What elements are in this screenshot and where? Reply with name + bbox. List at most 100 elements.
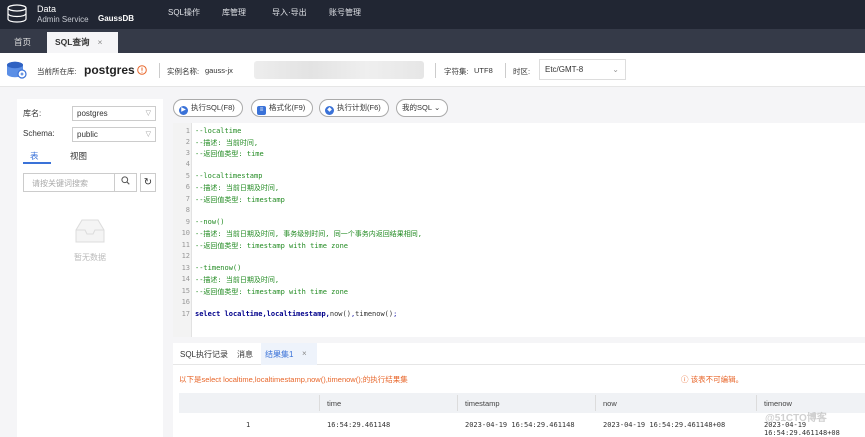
database-icon [7,61,27,79]
code-line: --返回值类型: timestamp with time zone [195,242,349,250]
column-header: timestamp [465,399,500,408]
refresh-icon: ↻ [143,177,153,188]
watermark: @51CTO博客 [765,413,827,424]
line-number: 3 [185,149,190,157]
close-icon[interactable]: × [97,37,102,47]
chevron-down-icon: ⌄ [612,65,619,74]
brand-title: Data [37,4,57,14]
nav-db-management[interactable]: 库管理 [222,0,246,29]
current-db-label: 当前所在库: [37,67,77,76]
result-message: 以下是select localtime,localtimestamp,now()… [179,375,408,384]
search-icon [121,176,130,185]
search-button[interactable] [114,174,136,191]
column-divider [319,395,320,411]
tab-tables[interactable]: 表 [30,150,39,162]
execution-plan-button[interactable]: ◆ 执行计划(F6) [319,99,389,117]
nav-sql-ops[interactable]: SQL操作 [168,0,200,29]
read-only-warning: ⓘ 该表不可编辑。 [681,375,744,384]
execute-sql-label: 执行SQL(F8) [191,103,235,112]
code-line-sql: select localtime,localtimestamp,now(),ti… [195,310,397,318]
code-line: --timenow() [195,264,242,272]
tab-sql-history[interactable]: SQL执行记录 [180,349,228,360]
empty-state-text: 暂无数据 [74,253,106,262]
db-name-label: 库名: [23,109,42,118]
line-number: 11 [181,241,190,249]
divider [505,63,506,78]
my-sql-button[interactable]: 我的SQL ⌄ [396,99,449,117]
sql-editor[interactable]: 1 2 3 4 5 6 7 8 9 10 11 12 13 14 15 16 1… [173,123,865,337]
code-line: --返回值类型: time [195,150,264,158]
sql-keyword: select [195,310,221,318]
refresh-button[interactable]: ↻ [140,173,156,192]
execute-sql-button[interactable]: ▶ 执行SQL(F8) [173,99,243,117]
table-cell: 2023-04-19 16:54:29.461148 [465,421,575,429]
close-icon[interactable]: × [302,349,307,358]
line-number: 15 [181,287,190,295]
line-number: 7 [185,195,190,203]
plan-icon: ◆ [325,106,334,115]
divider [159,63,160,78]
charset-label: 字符集: [444,67,469,76]
format-label: 格式化(F9) [269,103,306,112]
column-header: now [603,399,617,408]
schema-select[interactable]: public ▽ [72,127,156,142]
timezone-value: Etc/GMT-8 [545,65,584,74]
sql-function: timenow() [355,310,394,318]
format-button[interactable]: ≡ 格式化(F9) [251,99,314,117]
brand-subtitle: Admin Service [37,15,89,24]
line-number: 16 [181,298,190,306]
line-number: 2 [185,138,190,146]
sql-punct: ; [393,310,398,318]
redacted-area [254,61,424,79]
timezone-select[interactable]: Etc/GMT-8 ⌄ [539,59,626,80]
code-line: --now() [195,218,225,226]
line-number: 13 [181,264,190,272]
nav-import-export[interactable]: 导入·导出 [272,0,307,29]
search-input[interactable]: 请按关键词搜索 [32,178,88,189]
results-tab-bar: SQL执行记录 消息 结果集1 × [173,343,865,365]
code-line: --描述: 当前日期及时间, [195,276,280,284]
search-box: 请按关键词搜索 [23,173,137,192]
line-number: 1 [185,127,190,135]
line-number: 17 [181,310,190,318]
code-line: --返回值类型: timestamp [195,196,285,204]
info-icon[interactable] [137,65,147,75]
tab-home[interactable]: 首页 [6,32,39,53]
active-tab-indicator [23,162,51,164]
line-number-gutter: 1 2 3 4 5 6 7 8 9 10 11 12 13 14 15 16 1… [173,123,192,337]
tab-sql-query[interactable]: SQL查询 × [47,32,118,53]
nav-account-management[interactable]: 账号管理 [329,0,361,29]
code-line: --返回值类型: timestamp with time zone [195,288,349,296]
chevron-down-icon: ▽ [145,110,151,117]
my-sql-label: 我的SQL [402,103,433,112]
tab-home-label: 首页 [14,37,32,47]
result-table-header: time timestamp now timenow [179,393,865,413]
code-line: --localtimestamp [195,172,263,180]
db-select[interactable]: postgres ▽ [72,106,156,121]
tab-result-set-1[interactable]: 结果集1 [265,349,293,360]
connection-info-bar: 当前所在库: postgres 实例名称: gauss-jx 字符集: UTF8… [0,53,865,87]
line-number: 8 [185,206,190,214]
tab-messages[interactable]: 消息 [237,349,253,360]
object-sidebar: 库名: postgres ▽ Schema: public ▽ 表 视图 请按关… [17,99,163,437]
code-line: --localtime [195,127,242,135]
column-header: time [327,399,342,408]
row-index: 1 [246,421,251,429]
tab-bar: 首页 SQL查询 × [0,29,865,53]
format-icon: ≡ [257,106,266,115]
line-number: 9 [185,218,190,226]
instance-label: 实例名称: [167,67,200,76]
tab-views[interactable]: 视图 [70,150,87,162]
chevron-down-icon: ⌄ [434,103,441,112]
table-cell: 2023-04-19 16:54:29.461148+08 [603,421,726,429]
column-divider [595,395,596,411]
schema-select-value: public [77,130,98,139]
results-panel: 以下是select localtime,localtimestamp,now()… [173,365,865,437]
top-navigation-bar: Data Admin Service GaussDB SQL操作 库管理 导入·… [0,0,865,29]
instance-name: gauss-jx [205,66,233,75]
code-line: --描述: 当前日期及时间, [195,184,280,192]
divider [435,63,436,78]
line-number: 10 [181,229,190,237]
column-header: timenow [764,399,792,408]
line-number: 5 [185,172,190,180]
